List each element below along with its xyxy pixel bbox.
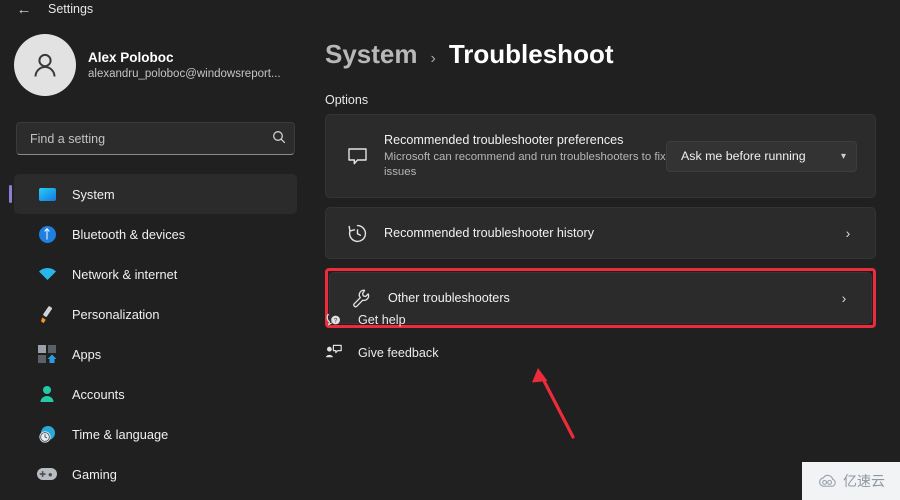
link-label: Get help: [358, 312, 406, 327]
account-person-icon: [36, 383, 58, 405]
chevron-down-icon: ▾: [840, 150, 846, 162]
card-recommended-troubleshooter-preferences[interactable]: Recommended troubleshooter preferences M…: [325, 114, 876, 198]
footer-links: ? Get help Give feedback: [325, 303, 439, 369]
watermark-text: 亿速云: [843, 474, 885, 490]
feedback-icon: [325, 344, 355, 361]
sidebar-item-label: System: [72, 186, 115, 202]
card-gap: [325, 259, 876, 268]
link-give-feedback[interactable]: Give feedback: [325, 336, 439, 369]
help-question-icon: ?: [325, 311, 355, 328]
chevron-right-icon[interactable]: ›: [837, 225, 859, 241]
user-profile[interactable]: Alex Poloboc alexandru_poloboc@windowsre…: [14, 34, 281, 96]
main-panel: System › Troubleshoot Options Recommende…: [312, 22, 900, 500]
history-clock-icon: [340, 223, 374, 244]
chevron-right-icon: ›: [430, 50, 436, 67]
link-get-help[interactable]: ? Get help: [325, 303, 439, 336]
link-label: Give feedback: [358, 345, 439, 360]
card-title: Recommended troubleshooter history: [384, 225, 595, 240]
profile-name: Alex Poloboc: [88, 49, 174, 65]
sidebar-item-label: Gaming: [72, 466, 117, 482]
sidebar-item-label: Bluetooth & devices: [72, 226, 186, 242]
card-body: Recommended troubleshooter history: [374, 225, 837, 242]
profile-text: Alex Poloboc alexandru_poloboc@windowsre…: [88, 49, 281, 82]
page-title: Troubleshoot: [448, 39, 614, 69]
search-box[interactable]: [16, 122, 295, 155]
card-recommended-troubleshooter-history[interactable]: Recommended troubleshooter history ›: [325, 207, 876, 259]
options-card-list: Recommended troubleshooter preferences M…: [325, 114, 876, 328]
card-body: Recommended troubleshooter preferences M…: [374, 132, 666, 180]
clock-globe-icon: [36, 423, 58, 445]
card-title: Recommended troubleshooter preferences: [384, 133, 624, 147]
search-icon[interactable]: [264, 130, 294, 147]
avatar: [14, 34, 76, 96]
sidebar-item-system[interactable]: System: [9, 174, 297, 214]
paintbrush-icon: [36, 303, 58, 325]
recommended-preferences-dropdown[interactable]: Ask me before running ▾: [666, 140, 857, 172]
card-title: Other troubleshooters: [388, 290, 510, 305]
gamepad-icon: ✚●: [36, 463, 58, 485]
minimize-icon[interactable]: −: [816, 0, 822, 3]
bluetooth-icon: ᛏ: [36, 223, 58, 245]
back-arrow-icon[interactable]: ←: [14, 0, 34, 20]
app-title: Settings: [48, 2, 94, 16]
card-gap: [325, 198, 876, 207]
sidebar-item-gaming[interactable]: ✚● Gaming: [14, 454, 297, 494]
apps-grid-icon: [36, 343, 58, 365]
sidebar-nav: System ᛏ Bluetooth & devices Network & i…: [9, 174, 297, 494]
sidebar-item-time-language[interactable]: Time & language: [14, 414, 297, 454]
sidebar-item-label: Accounts: [72, 386, 125, 402]
sidebar-item-network-internet[interactable]: Network & internet: [14, 254, 297, 294]
sidebar-item-apps[interactable]: Apps: [14, 334, 297, 374]
wifi-icon: [36, 263, 58, 285]
card-body: Other troubleshooters: [378, 290, 833, 307]
sidebar-item-label: Personalization: [72, 306, 160, 322]
breadcrumb: System › Troubleshoot: [325, 39, 614, 70]
chevron-right-icon[interactable]: ›: [833, 290, 855, 306]
dropdown-value: Ask me before running: [681, 149, 806, 163]
close-icon[interactable]: ✕: [881, 0, 890, 3]
message-bubble-icon: [340, 146, 374, 167]
breadcrumb-parent[interactable]: System: [325, 39, 418, 70]
sidebar-item-personalization[interactable]: Personalization: [14, 294, 297, 334]
settings-window: ← Settings − □ ✕ Alex Poloboc alexandru_…: [0, 0, 900, 500]
sidebar: Alex Poloboc alexandru_poloboc@windowsre…: [0, 22, 312, 500]
monitor-icon: [36, 183, 58, 205]
maximize-icon[interactable]: □: [848, 0, 855, 3]
sidebar-item-label: Time & language: [72, 426, 169, 442]
cloud-logo-icon: [819, 474, 836, 487]
search-input[interactable]: [17, 131, 264, 146]
sidebar-item-label: Network & internet: [72, 266, 178, 282]
card-description: Microsoft can recommend and run troubles…: [384, 151, 666, 178]
sidebar-item-bluetooth-devices[interactable]: ᛏ Bluetooth & devices: [14, 214, 297, 254]
title-bar: ← Settings − □ ✕: [0, 0, 900, 22]
window-controls: − □ ✕: [816, 0, 890, 3]
section-label: Options: [325, 93, 369, 107]
sidebar-item-label: Apps: [72, 346, 102, 362]
sidebar-item-accounts[interactable]: Accounts: [14, 374, 297, 414]
watermark: 亿速云: [802, 462, 900, 500]
profile-email: alexandru_poloboc@windowsreport...: [88, 67, 281, 80]
